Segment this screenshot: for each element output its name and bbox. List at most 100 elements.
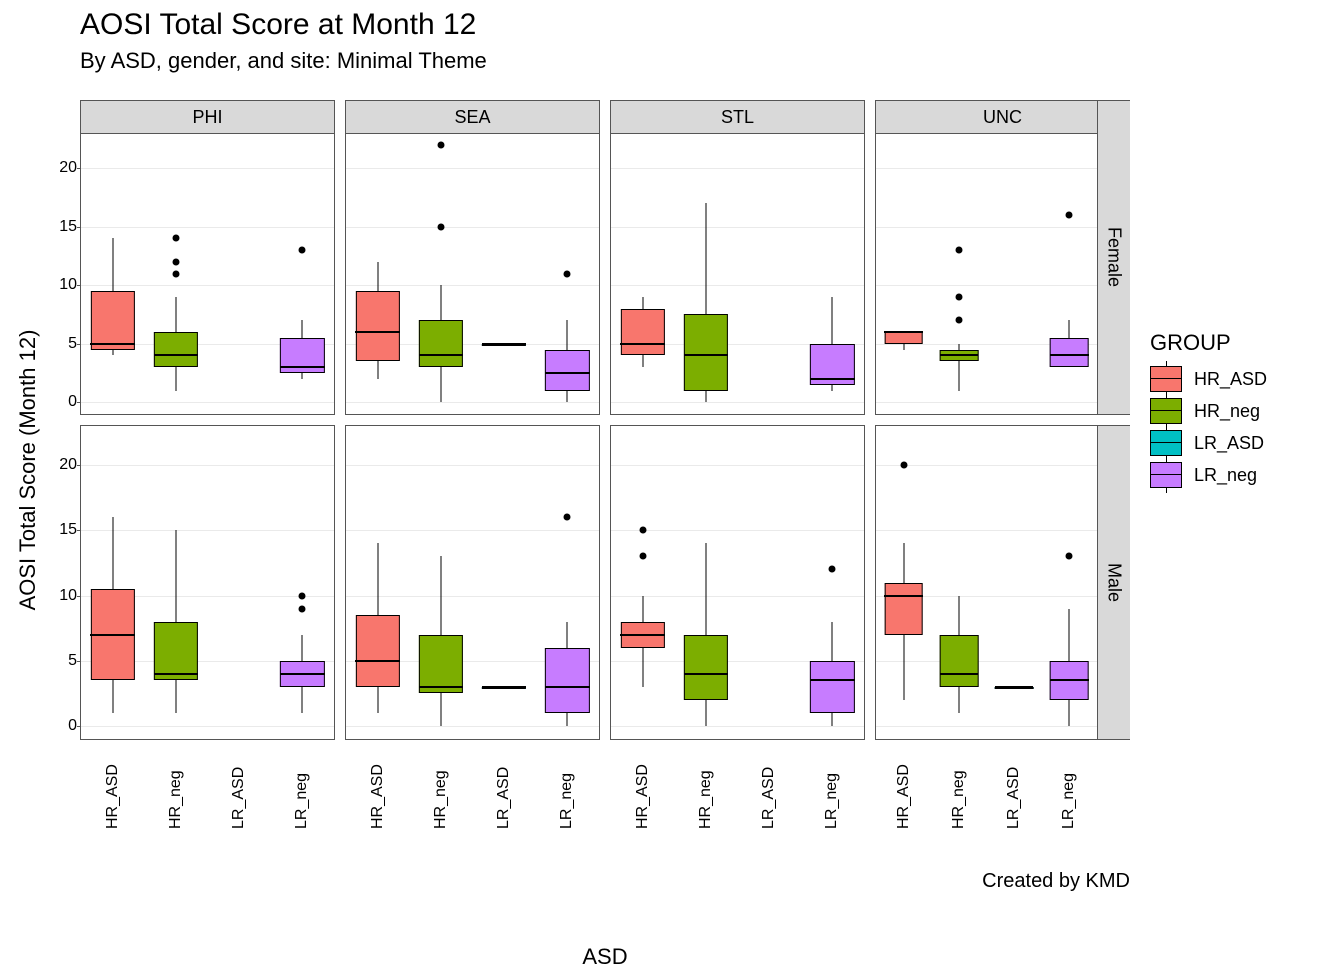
- facet-panel: SEA: [345, 100, 600, 415]
- y-tick-label: 15: [43, 521, 77, 539]
- boxplot-box: [545, 648, 589, 713]
- x-tick-label: LR_neg: [558, 739, 576, 829]
- boxplot-box: [90, 291, 134, 350]
- x-tick-label: HR_ASD: [369, 739, 387, 829]
- outlier-point: [639, 553, 646, 560]
- x-tick-label: LR_ASD: [760, 739, 778, 829]
- legend-title: GROUP: [1150, 330, 1267, 356]
- outlier-point: [829, 566, 836, 573]
- y-tick-label: 20: [43, 159, 77, 177]
- boxplot-box: [419, 320, 463, 367]
- outlier-point: [299, 605, 306, 612]
- x-tick-label: HR_ASD: [634, 739, 652, 829]
- legend-item: LR_ASD: [1150, 430, 1267, 456]
- boxplot-box: [419, 635, 463, 694]
- boxplot-box: [884, 332, 923, 344]
- outlier-point: [955, 317, 962, 324]
- legend-item: LR_neg: [1150, 462, 1267, 488]
- boxplot-box: [1050, 338, 1089, 367]
- outlier-point: [564, 270, 571, 277]
- outlier-point: [900, 462, 907, 469]
- x-tick-label: LR_ASD: [230, 739, 248, 829]
- facet-panel: MaleHR_ASDHR_negLR_ASDLR_neg: [875, 425, 1130, 740]
- facet-col-strip: UNC: [876, 101, 1129, 134]
- x-tick-label: LR_neg: [823, 739, 841, 829]
- boxplot-box: [545, 350, 589, 391]
- x-tick-label: LR_neg: [293, 739, 311, 829]
- boxplot-box: [684, 635, 728, 700]
- x-tick-label: HR_neg: [697, 739, 715, 829]
- outlier-point: [564, 514, 571, 521]
- legend-label: LR_ASD: [1194, 433, 1264, 454]
- plot-area: [876, 133, 1097, 414]
- facet-panel: 05101520HR_ASDHR_negLR_ASDLR_neg: [80, 425, 335, 740]
- outlier-point: [1066, 553, 1073, 560]
- plot-area: 05101520: [81, 133, 334, 414]
- y-tick-label: 15: [43, 218, 77, 236]
- x-tick-label: HR_neg: [432, 739, 450, 829]
- outlier-point: [172, 235, 179, 242]
- y-tick-label: 5: [43, 335, 77, 353]
- facet-panel: HR_ASDHR_negLR_ASDLR_neg: [610, 425, 865, 740]
- chart-subtitle: By ASD, gender, and site: Minimal Theme: [80, 48, 487, 74]
- legend-key-icon: [1150, 462, 1182, 488]
- plot-area: 05101520HR_ASDHR_negLR_ASDLR_neg: [81, 426, 334, 739]
- y-axis-title: AOSI Total Score (Month 12): [15, 330, 41, 611]
- legend-label: HR_neg: [1194, 401, 1260, 422]
- facet-panel: UNCFemale: [875, 100, 1130, 415]
- boxplot-box: [355, 291, 399, 361]
- outlier-point: [1066, 211, 1073, 218]
- boxplot-box: [810, 661, 854, 713]
- chart-caption: Created by KMD: [80, 870, 1130, 893]
- boxplot-box: [884, 583, 923, 635]
- boxplot-box: [684, 314, 728, 390]
- outlier-point: [955, 293, 962, 300]
- boxplot-box: [355, 615, 399, 687]
- outlier-point: [437, 223, 444, 230]
- x-tick-label: LR_neg: [1060, 739, 1078, 829]
- chart-title: AOSI Total Score at Month 12: [80, 8, 487, 42]
- outlier-point: [639, 527, 646, 534]
- legend: GROUP HR_ASD HR_neg LR_ASD LR_neg: [1150, 330, 1267, 494]
- facet-col-strip: STL: [611, 101, 864, 134]
- legend-label: HR_ASD: [1194, 369, 1267, 390]
- x-tick-label: HR_neg: [950, 739, 968, 829]
- outlier-point: [955, 247, 962, 254]
- outlier-point: [299, 247, 306, 254]
- facet-panel: HR_ASDHR_negLR_ASDLR_neg: [345, 425, 600, 740]
- outlier-point: [437, 141, 444, 148]
- y-tick-label: 10: [43, 587, 77, 605]
- y-tick-label: 5: [43, 652, 77, 670]
- facet-row-strip: Male: [1097, 426, 1130, 739]
- plot-area: HR_ASDHR_negLR_ASDLR_neg: [346, 426, 599, 739]
- facet-grid: PHI05101520SEASTLUNCFemale05101520HR_ASD…: [80, 100, 1130, 740]
- plot-area: [346, 133, 599, 414]
- plot-area: HR_ASDHR_negLR_ASDLR_neg: [611, 426, 864, 739]
- legend-item: HR_ASD: [1150, 366, 1267, 392]
- facet-panel: PHI05101520: [80, 100, 335, 415]
- legend-label: LR_neg: [1194, 465, 1257, 486]
- facet-row-strip: Female: [1097, 101, 1130, 414]
- plot-area: HR_ASDHR_negLR_ASDLR_neg: [876, 426, 1097, 739]
- plot-area: [611, 133, 864, 414]
- outlier-point: [172, 270, 179, 277]
- legend-item: HR_neg: [1150, 398, 1267, 424]
- y-tick-label: 0: [43, 393, 77, 411]
- boxplot-box: [940, 635, 979, 687]
- legend-key-icon: [1150, 366, 1182, 392]
- x-tick-label: HR_ASD: [104, 739, 122, 829]
- chart-area: AOSI Total Score (Month 12) PHI05101520S…: [80, 100, 1130, 840]
- facet-panel: STL: [610, 100, 865, 415]
- boxplot-box: [154, 332, 198, 367]
- x-tick-label: HR_ASD: [895, 739, 913, 829]
- legend-key-icon: [1150, 430, 1182, 456]
- x-tick-label: LR_ASD: [1005, 739, 1023, 829]
- boxplot-box: [154, 622, 198, 681]
- y-tick-label: 0: [43, 717, 77, 735]
- facet-col-strip: SEA: [346, 101, 599, 134]
- y-tick-label: 10: [43, 276, 77, 294]
- boxplot-box: [620, 309, 664, 356]
- legend-key-icon: [1150, 398, 1182, 424]
- x-tick-label: LR_ASD: [495, 739, 513, 829]
- outlier-point: [299, 592, 306, 599]
